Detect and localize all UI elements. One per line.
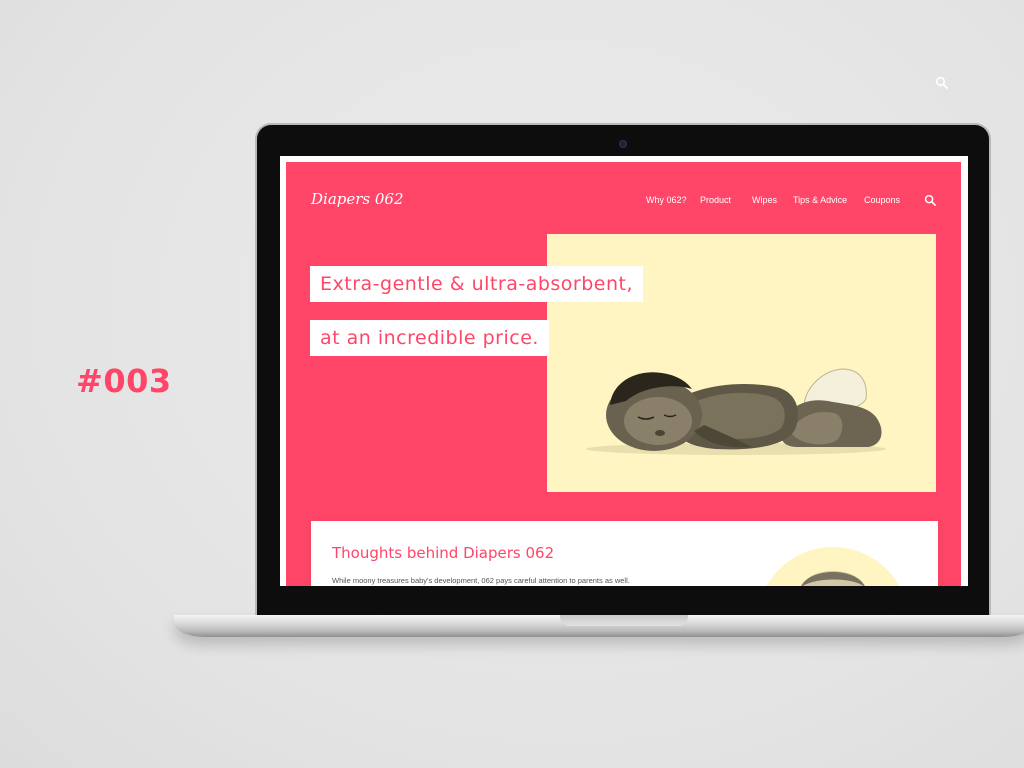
section-text: While moony treasures baby's development… (332, 576, 630, 585)
baby-portrait-image (757, 547, 909, 586)
laptop-notch (560, 615, 688, 626)
laptop-screen: Diapers 062 Why 062? Product Wipes Tips … (280, 156, 968, 586)
nav-product[interactable]: Product (700, 195, 731, 205)
nav-tips[interactable]: Tips & Advice (793, 195, 847, 205)
sleeping-baby-image (586, 368, 886, 455)
nav-coupons[interactable]: Coupons (864, 195, 900, 205)
website: Diapers 062 Why 062? Product Wipes Tips … (286, 162, 961, 586)
shot-label: #003 (76, 362, 172, 400)
search-icon[interactable] (924, 194, 937, 207)
main-nav: Why 062? Product Wipes Tips & Advice Cou… (286, 195, 961, 209)
section-title: Thoughts behind Diapers 062 (332, 544, 555, 562)
hero-headline-line-1: Extra-gentle & ultra-absorbent, (310, 266, 644, 302)
hero-headline-line-2: at an incredible price. (310, 320, 549, 356)
about-card: Thoughts behind Diapers 062 While moony … (311, 521, 938, 586)
camera (619, 140, 627, 148)
nav-wipes[interactable]: Wipes (752, 195, 777, 205)
nav-why[interactable]: Why 062? (646, 195, 687, 205)
search-icon[interactable] (935, 76, 949, 90)
